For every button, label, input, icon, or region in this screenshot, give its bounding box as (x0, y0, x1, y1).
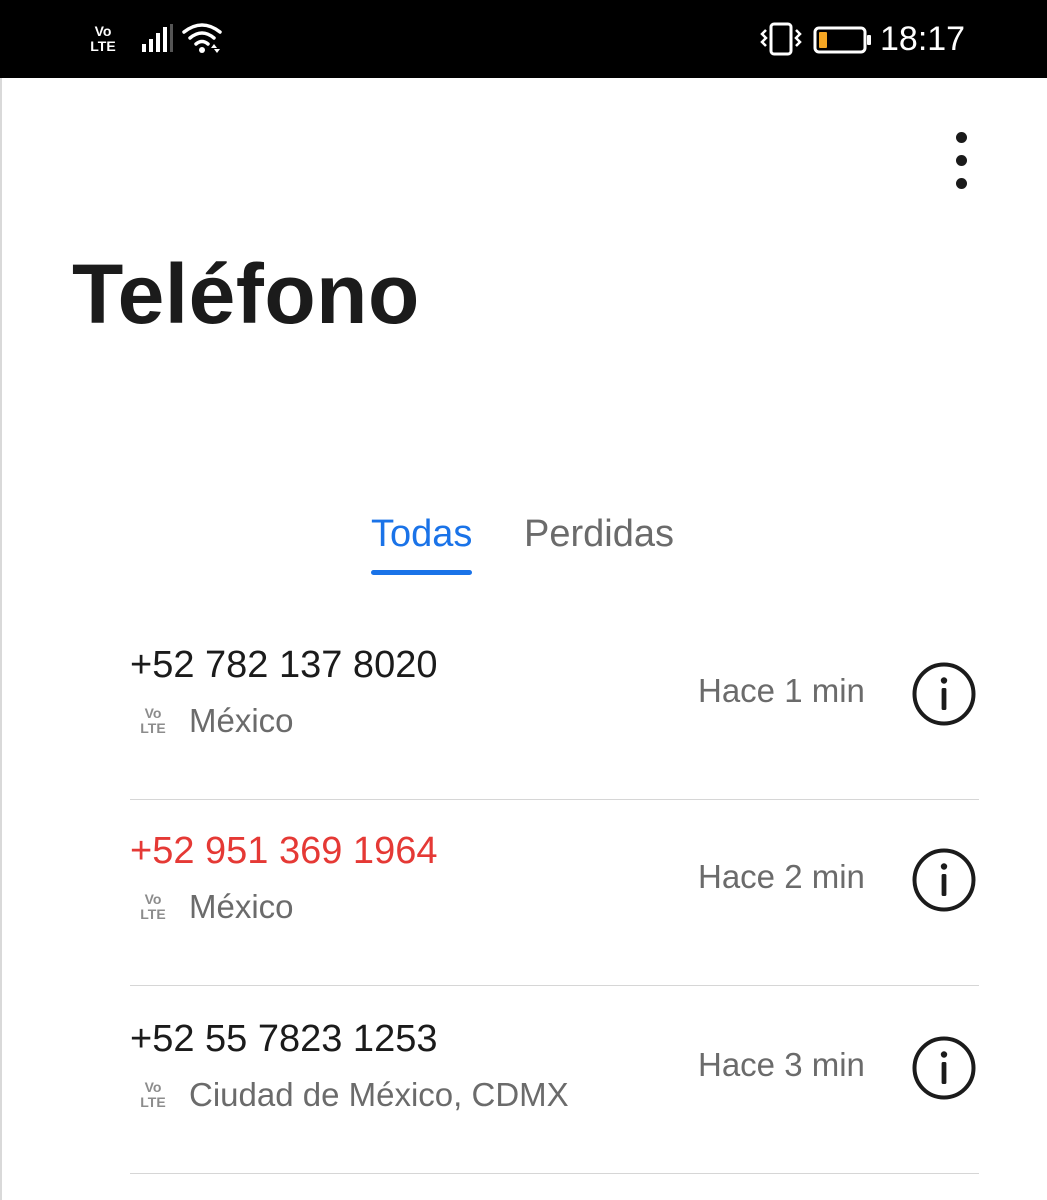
tab-perdidas-label: Perdidas (524, 513, 674, 555)
tab-selected-indicator (371, 570, 473, 575)
call-location: Ciudad de México, CDMX (189, 1076, 569, 1113)
volte-icon-line2: LTE (140, 906, 166, 922)
status-clock: 18:17 (880, 20, 966, 58)
page-title: Teléfono (72, 247, 420, 341)
call-location: México (189, 702, 294, 739)
volte-icon-line2: LTE (140, 720, 166, 736)
call-log-row[interactable]: +52 951 369 1964 Vo LTE México Hace 2 mi… (130, 800, 979, 986)
call-log-row[interactable]: +52 55 7823 1253 Vo LTE Ciudad de México… (130, 988, 979, 1174)
call-time: Hace 2 min (698, 858, 865, 895)
call-time: Hace 3 min (698, 1046, 865, 1083)
volte-status-line1: Vo (94, 23, 112, 39)
battery-icon (813, 26, 871, 54)
info-icon[interactable] (912, 662, 976, 726)
volte-icon-line2: LTE (140, 1094, 166, 1110)
volte-icon-line1: Vo (144, 891, 162, 907)
call-time: Hace 1 min (698, 672, 865, 709)
wifi-icon (182, 23, 222, 53)
volte-icon: Vo LTE (136, 1080, 170, 1110)
volte-status-line2: LTE (90, 38, 116, 54)
tab-todas[interactable]: Todas (371, 510, 473, 575)
call-number: +52 55 7823 1253 (130, 1018, 438, 1060)
volte-icon-line1: Vo (144, 1079, 162, 1095)
call-log-row[interactable]: +52 782 137 8020 Vo LTE México Hace 1 mi… (130, 614, 979, 800)
vibrate-icon (760, 22, 802, 56)
phone-app: Teléfono Todas Perdidas +52 782 137 8020… (0, 78, 1047, 1200)
tab-todas-label: Todas (371, 513, 473, 555)
more-options-button[interactable] (938, 130, 986, 190)
volte-icon-line1: Vo (144, 705, 162, 721)
status-bar: Vo LTE 18:17 (0, 0, 1047, 78)
volte-icon: Vo LTE (136, 706, 170, 736)
volte-icon: Vo LTE (136, 892, 170, 922)
call-number: +52 782 137 8020 (130, 644, 438, 686)
info-icon[interactable] (912, 848, 976, 912)
info-icon[interactable] (912, 1036, 976, 1100)
volte-status-icon: Vo LTE (86, 24, 120, 54)
tab-perdidas[interactable]: Perdidas (524, 510, 674, 558)
call-location: México (189, 888, 294, 925)
signal-icon (142, 24, 173, 52)
call-number-missed: +52 951 369 1964 (130, 830, 438, 872)
